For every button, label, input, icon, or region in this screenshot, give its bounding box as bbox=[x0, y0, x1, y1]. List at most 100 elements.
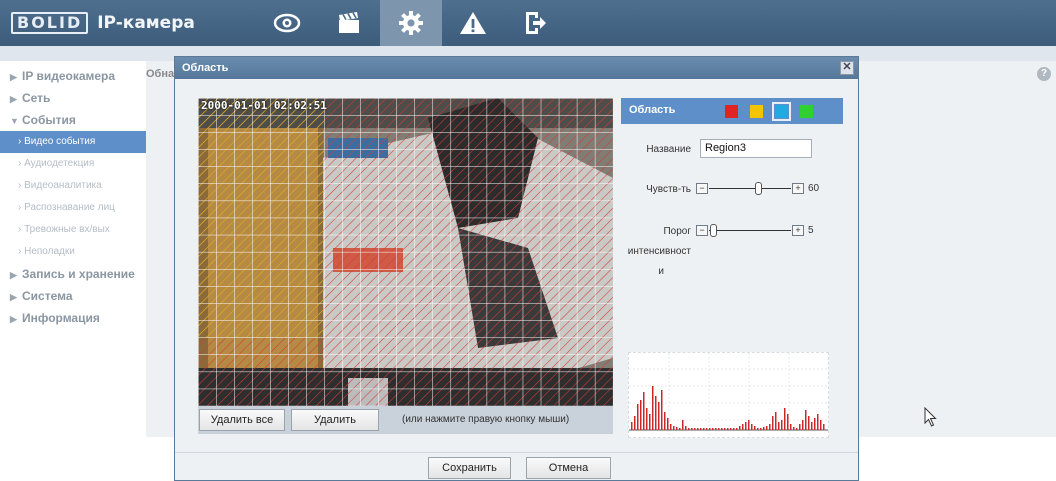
region-swatch-green[interactable] bbox=[800, 105, 813, 118]
activity-bar bbox=[667, 418, 669, 430]
activity-bar bbox=[676, 427, 678, 430]
delete-button[interactable]: Удалить bbox=[291, 409, 379, 431]
activity-bar bbox=[694, 428, 696, 430]
sidebar-subitem-video-events[interactable]: › Видео события bbox=[0, 131, 146, 153]
activity-bar bbox=[643, 392, 645, 430]
save-button[interactable]: Сохранить bbox=[428, 457, 511, 479]
brand-logo: BOLID IP-камера bbox=[11, 12, 195, 34]
activity-bar bbox=[631, 422, 633, 430]
activity-bar bbox=[664, 412, 666, 430]
expanded-arrow-icon: ▼ bbox=[10, 116, 19, 126]
activity-bar bbox=[736, 428, 738, 430]
sidebar-item-ip-camera[interactable]: ▶ IP видеокамера bbox=[0, 65, 146, 87]
sidebar-item-label: События bbox=[22, 113, 76, 127]
video-timestamp: 2000-01-01 02:02:51 bbox=[201, 99, 327, 112]
sidebar-subitem-faults[interactable]: › Неполадки bbox=[0, 241, 146, 263]
content-title-fragment: Обна bbox=[146, 68, 175, 80]
sidebar-item-recording-storage[interactable]: ▶ Запись и хранение bbox=[0, 263, 146, 285]
sidebar-item-label: Запись и хранение bbox=[22, 267, 135, 281]
sidebar-item-label: Система bbox=[22, 289, 73, 303]
activity-bar bbox=[688, 428, 690, 430]
region-name-input[interactable]: Region3 bbox=[700, 139, 812, 158]
region-dialog: Область ✕ 2000-01-01 02:02:51 Удалить вс… bbox=[174, 56, 859, 481]
decrease-icon[interactable]: − bbox=[696, 183, 708, 194]
activity-bar bbox=[781, 420, 783, 430]
activity-bar bbox=[811, 422, 813, 430]
warning-icon[interactable] bbox=[442, 0, 504, 46]
activity-bar bbox=[775, 412, 777, 430]
eye-icon[interactable] bbox=[256, 0, 318, 46]
collapsed-arrow-icon: ▶ bbox=[10, 270, 17, 280]
sensitivity-slider[interactable]: − + 60 bbox=[696, 182, 836, 196]
exit-icon[interactable] bbox=[504, 0, 566, 46]
activity-bar bbox=[757, 428, 759, 430]
slider-knob[interactable] bbox=[755, 182, 763, 195]
activity-bar bbox=[721, 428, 723, 430]
sidebar-item-network[interactable]: ▶ Сеть bbox=[0, 87, 146, 109]
slider-track bbox=[709, 188, 791, 189]
activity-bar bbox=[682, 420, 684, 430]
activity-bar bbox=[634, 416, 636, 430]
delete-hint: (или нажмите правую кнопку мыши) bbox=[402, 414, 570, 425]
activity-bar bbox=[685, 426, 687, 430]
activity-bar bbox=[763, 427, 765, 430]
activity-bar bbox=[703, 428, 705, 430]
activity-bar bbox=[655, 396, 657, 430]
dialog-title: Область bbox=[182, 62, 229, 74]
gear-icon[interactable] bbox=[380, 0, 442, 46]
activity-bar bbox=[661, 390, 663, 430]
region-swatch-yellow[interactable] bbox=[750, 105, 763, 118]
delete-all-button[interactable]: Удалить все bbox=[199, 409, 285, 431]
sidebar-subitem-alarm-io[interactable]: › Тревожные вх/вых bbox=[0, 219, 146, 241]
sidebar: ▶ IP видеокамера ▶ Сеть ▼ События › Видео с… bbox=[0, 61, 146, 481]
activity-bar bbox=[739, 426, 741, 430]
mouse-pointer-icon bbox=[924, 406, 938, 430]
activity-bar bbox=[679, 428, 681, 430]
sidebar-item-label: Информация bbox=[22, 311, 100, 325]
activity-bar bbox=[718, 428, 720, 430]
activity-bar bbox=[646, 408, 648, 430]
threshold-label-line1: Порог bbox=[663, 226, 691, 237]
activity-bar bbox=[814, 418, 816, 430]
sidebar-subitem-face-recognition[interactable]: › Распознавание лиц bbox=[0, 197, 146, 219]
activity-bar bbox=[706, 428, 708, 430]
logo-mark: BOLID bbox=[11, 12, 89, 34]
threshold-label-line3: и bbox=[658, 266, 664, 277]
increase-icon[interactable]: + bbox=[792, 225, 804, 236]
cancel-button[interactable]: Отмена bbox=[526, 457, 611, 479]
sidebar-subitem-video-analytics[interactable]: › Видеоаналитика bbox=[0, 175, 146, 197]
activity-bar bbox=[787, 414, 789, 430]
top-navigation-bar: BOLID IP-камера bbox=[0, 0, 1056, 46]
motion-activity-graph bbox=[628, 352, 829, 438]
activity-bar bbox=[790, 424, 792, 430]
activity-bar bbox=[799, 424, 801, 430]
activity-bar bbox=[709, 428, 711, 430]
region-swatch-blue[interactable] bbox=[772, 102, 791, 121]
activity-bar bbox=[730, 428, 732, 430]
sidebar-item-information[interactable]: ▶ Информация bbox=[0, 307, 146, 329]
decrease-icon[interactable]: − bbox=[696, 225, 708, 236]
slider-knob[interactable] bbox=[710, 224, 718, 237]
close-button[interactable]: ✕ bbox=[840, 61, 854, 75]
activity-bar bbox=[727, 428, 729, 430]
clapperboard-icon[interactable] bbox=[318, 0, 380, 46]
activity-bar bbox=[766, 426, 768, 430]
video-preview-grid[interactable]: 2000-01-01 02:02:51 bbox=[198, 98, 613, 406]
sidebar-item-events[interactable]: ▼ События bbox=[0, 109, 146, 131]
sidebar-subitem-audio-detection[interactable]: › Аудиодетекция bbox=[0, 153, 146, 175]
sidebar-item-label: Сеть bbox=[22, 91, 51, 105]
increase-icon[interactable]: + bbox=[792, 183, 804, 194]
sensitivity-label: Чувств-ть bbox=[646, 184, 691, 195]
collapsed-arrow-icon: ▶ bbox=[10, 94, 17, 104]
activity-bar bbox=[760, 428, 762, 430]
activity-bar bbox=[802, 420, 804, 430]
sidebar-item-system[interactable]: ▶ Система bbox=[0, 285, 146, 307]
threshold-slider[interactable]: − + 5 bbox=[696, 224, 836, 238]
region-swatch-red[interactable] bbox=[725, 105, 738, 118]
activity-bar bbox=[700, 428, 702, 430]
sidebar-subitem-label: Неполадки bbox=[24, 246, 75, 257]
dialog-footer-divider bbox=[175, 452, 858, 453]
activity-bar bbox=[793, 427, 795, 430]
activity-bar bbox=[805, 410, 807, 430]
help-icon[interactable]: ? bbox=[1037, 67, 1051, 81]
